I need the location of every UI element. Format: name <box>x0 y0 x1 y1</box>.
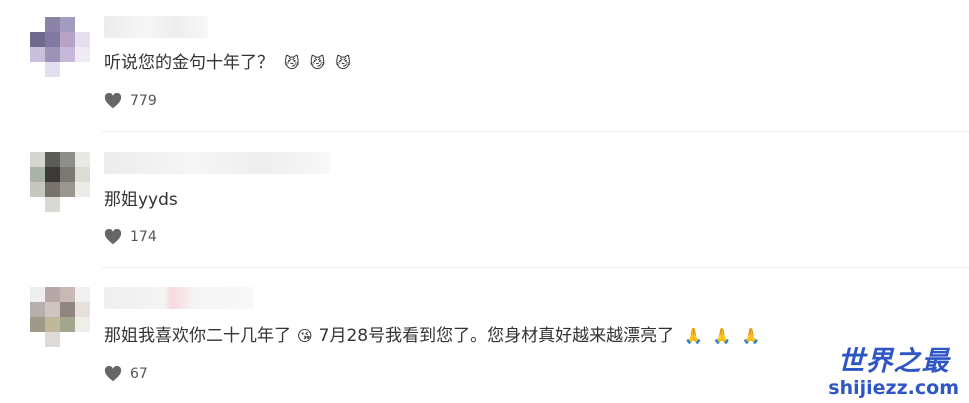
cat-emoji-icon: 😼 <box>335 54 351 72</box>
avatar[interactable] <box>30 152 90 212</box>
avatar-pixel <box>45 17 60 32</box>
pray-emoji-icon: 🙏 <box>684 327 703 345</box>
avatar-pixel <box>60 152 75 167</box>
avatar-pixel <box>75 62 90 77</box>
avatar-pixel <box>75 182 90 197</box>
avatar-pixel <box>30 332 45 347</box>
heart-icon <box>104 229 122 245</box>
like-button[interactable]: 67 <box>104 366 148 382</box>
pray-emoji-icon: 🙏 <box>741 327 761 345</box>
avatar-pixel <box>30 62 45 77</box>
like-button[interactable]: 174 <box>104 229 157 245</box>
like-count: 779 <box>130 93 157 109</box>
avatar-pixel <box>75 197 90 212</box>
avatar-pixel <box>75 32 90 47</box>
avatar-pixel <box>30 197 45 212</box>
username-blurred[interactable] <box>104 16 208 38</box>
kiss-emoji-icon: 😘 <box>297 327 313 345</box>
avatar-pixel <box>75 17 90 32</box>
avatar-pixel <box>60 17 75 32</box>
divider <box>102 131 969 132</box>
avatar-pixel <box>75 47 90 62</box>
comment-text-body: 听说您的金句十年了？ <box>104 53 274 73</box>
comment-text-body: 那姐我喜欢你二十几年了 <box>104 326 291 346</box>
like-count: 67 <box>130 366 148 382</box>
avatar-pixel <box>60 287 75 302</box>
avatar-pixel <box>75 317 90 332</box>
username-blurred[interactable] <box>104 287 254 309</box>
avatar-pixel <box>45 32 60 47</box>
watermark-logo: 世界之最 shijiezz.com <box>828 346 959 400</box>
watermark-title: 世界之最 <box>837 346 950 377</box>
avatar-pixel <box>45 62 60 77</box>
heart-icon <box>104 93 122 109</box>
avatar-pixel <box>30 182 45 197</box>
avatar-pixel <box>60 62 75 77</box>
like-count: 174 <box>130 229 157 245</box>
avatar-pixel <box>75 302 90 317</box>
avatar-pixel <box>30 32 45 47</box>
divider <box>102 267 969 268</box>
avatar-pixel <box>30 17 45 32</box>
avatar-pixel <box>45 182 60 197</box>
avatar-pixel <box>30 302 45 317</box>
like-button[interactable]: 779 <box>104 93 157 109</box>
watermark-url: shijiezz.com <box>828 377 959 399</box>
avatar-pixel <box>45 197 60 212</box>
avatar-pixel <box>30 167 45 182</box>
comment-text: 那姐我喜欢你二十几年了 😘 7月28号我看到您了。您身材真好越来越漂亮了 🙏 🙏… <box>104 324 760 348</box>
avatar-pixel <box>45 152 60 167</box>
avatar-pixel <box>60 317 75 332</box>
avatar-pixel <box>30 317 45 332</box>
avatar-pixel <box>30 287 45 302</box>
cat-emoji-icon: 😼 <box>309 54 326 72</box>
avatar-pixel <box>60 32 75 47</box>
avatar-pixel <box>45 167 60 182</box>
avatar-pixel <box>30 47 45 62</box>
comment-text: 那姐yyds <box>104 188 178 212</box>
avatar-pixel <box>45 302 60 317</box>
avatar-pixel <box>30 152 45 167</box>
avatar-pixel <box>60 47 75 62</box>
avatar-pixel <box>75 152 90 167</box>
avatar[interactable] <box>30 287 90 347</box>
avatar-pixel <box>60 332 75 347</box>
avatar-pixel <box>60 182 75 197</box>
cat-emoji-icon: 😼 <box>284 54 300 72</box>
avatar-pixel <box>75 332 90 347</box>
username-blurred[interactable] <box>104 152 330 174</box>
comment-text: 听说您的金句十年了？ 😼 😼 😼 <box>104 51 351 75</box>
comment-text-body: 那姐yyds <box>104 190 178 210</box>
avatar-pixel <box>45 317 60 332</box>
avatar-pixel <box>60 167 75 182</box>
avatar-pixel <box>60 302 75 317</box>
pray-emoji-icon: 🙏 <box>712 327 732 345</box>
avatar-pixel <box>45 332 60 347</box>
avatar-pixel <box>45 287 60 302</box>
avatar-pixel <box>45 47 60 62</box>
avatar-pixel <box>60 197 75 212</box>
avatar[interactable] <box>30 17 90 77</box>
avatar-pixel <box>75 167 90 182</box>
avatar-pixel <box>75 287 90 302</box>
heart-icon <box>104 366 122 382</box>
comment-text-body-2: 7月28号我看到您了。您身材真好越来越漂亮了 <box>318 326 675 346</box>
